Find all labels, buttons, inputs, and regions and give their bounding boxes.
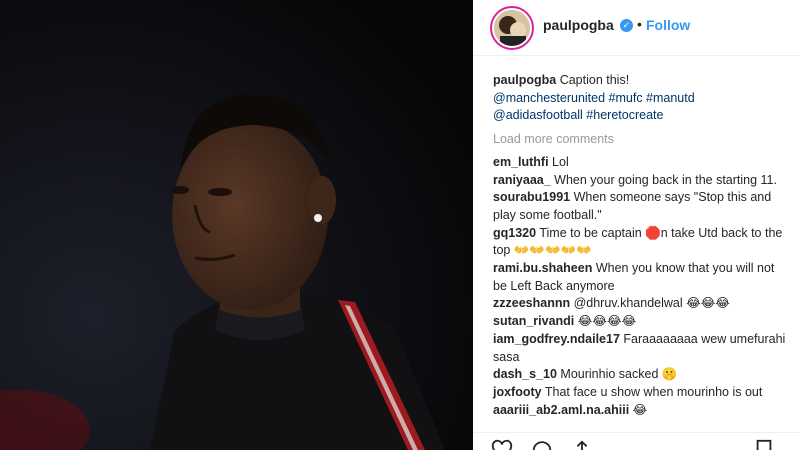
post-photo[interactable] <box>0 0 473 450</box>
comment-text: Time to be captain 🛑n take Utd back to t… <box>493 225 783 258</box>
comment: em_luthfi Lol <box>493 154 789 172</box>
comment: sutan_rivandi 😂😂😂😂 <box>493 313 789 331</box>
caption-tags-line-1[interactable]: @manchesterunited #mufc #manutd <box>493 91 695 105</box>
comment-text: 😂 <box>632 402 648 417</box>
comment-username[interactable]: joxfooty <box>493 385 542 399</box>
comment: raniyaaa_ When your going back in the st… <box>493 172 789 190</box>
caption-tags-line-2[interactable]: @adidasfootball #heretocreate <box>493 108 663 122</box>
avatar[interactable] <box>490 6 534 50</box>
heart-icon[interactable] <box>491 439 513 450</box>
comment: dash_s_10 Mourinhio sacked 🤫 <box>493 366 789 384</box>
comment-icon[interactable] <box>531 439 553 450</box>
bookmark-icon[interactable] <box>753 439 775 450</box>
comment-username[interactable]: sutan_rivandi <box>493 314 574 328</box>
share-icon[interactable] <box>571 439 593 450</box>
comment-username[interactable]: em_luthfi <box>493 155 549 169</box>
follow-button[interactable]: Follow <box>646 17 690 33</box>
comment-username[interactable]: raniyaaa_ <box>493 173 551 187</box>
comment: iam_godfrey.ndaile17 Faraaaaaaaa wew ume… <box>493 331 789 366</box>
comment: zzzeeshannn @dhruv.khandelwal 😂😂😂 <box>493 295 789 313</box>
comment-username[interactable]: zzzeeshannn <box>493 296 570 310</box>
post-photo-illustration <box>0 0 473 450</box>
comment: joxfooty That face u show when mourinho … <box>493 384 789 402</box>
comment-text: Mourinhio sacked 🤫 <box>560 367 678 382</box>
comment-text: 😂😂😂😂 <box>577 314 637 329</box>
comment-username[interactable]: gq1320 <box>493 226 536 240</box>
comment-username[interactable]: iam_godfrey.ndaile17 <box>493 332 620 346</box>
comment: sourabu1991 When someone says "Stop this… <box>493 189 789 224</box>
avatar-photo <box>494 10 530 46</box>
post-details-panel: paulpogba ✓ • Follow paulpogba Caption t… <box>473 0 800 450</box>
comment-text: @dhruv.khandelwal 😂😂😂 <box>573 296 730 311</box>
post-header: paulpogba ✓ • Follow <box>473 0 800 56</box>
comment-text: That face u show when mourinho is out <box>544 384 763 399</box>
header-username[interactable]: paulpogba <box>543 17 614 33</box>
comment: gq1320 Time to be captain 🛑n take Utd ba… <box>493 225 789 260</box>
load-more-comments-button[interactable]: Load more comments <box>493 131 789 149</box>
caption-text: Caption this! <box>559 73 630 87</box>
action-bar <box>473 432 800 450</box>
comment-username[interactable]: dash_s_10 <box>493 367 557 381</box>
comment-username[interactable]: aaariii_ab2.aml.na.ahiii <box>493 403 629 417</box>
comment: aaariii_ab2.aml.na.ahiii 😂 <box>493 402 789 420</box>
caption: paulpogba Caption this! @manchesterunite… <box>493 72 789 125</box>
separator-dot: • <box>637 16 642 32</box>
comments-list: paulpogba Caption this! @manchesterunite… <box>493 72 789 419</box>
comment-text: Lol <box>552 154 569 169</box>
comment-username[interactable]: sourabu1991 <box>493 190 570 204</box>
verified-badge-icon: ✓ <box>620 19 633 32</box>
caption-username[interactable]: paulpogba <box>493 73 556 87</box>
comment: rami.bu.shaheen When you know that you w… <box>493 260 789 295</box>
comment-username[interactable]: rami.bu.shaheen <box>493 261 592 275</box>
comment-text: When your going back in the starting 11. <box>554 172 777 187</box>
